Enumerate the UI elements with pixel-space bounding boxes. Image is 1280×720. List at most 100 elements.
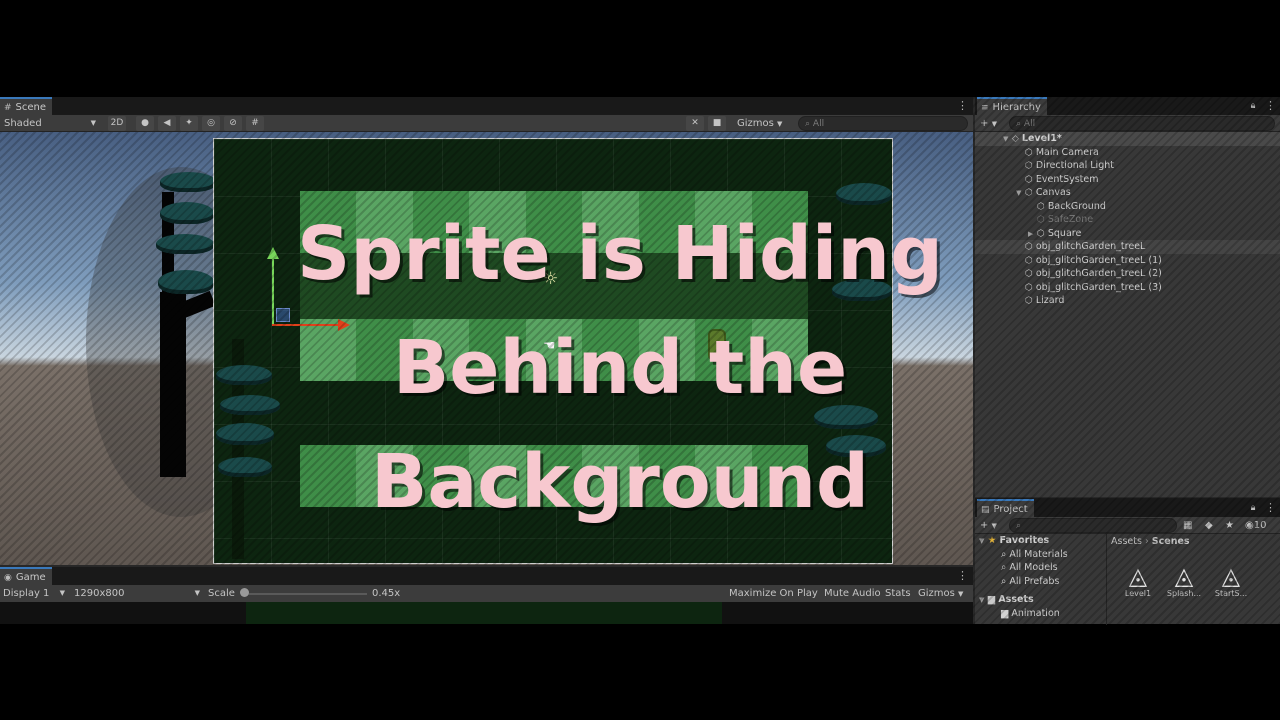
hierarchy-item[interactable]: ⬡ Main Camera [975, 146, 1280, 160]
scale-slider-track[interactable] [243, 593, 367, 595]
filter-type-icon[interactable]: ▦ [1183, 518, 1192, 533]
tools-icon[interactable]: ✕ [686, 116, 704, 131]
game-tabbar: ◉ Game ⋮ [0, 567, 973, 585]
toggle-2d-button[interactable]: 2D [108, 116, 126, 131]
unity-logo-icon: ◬ [1128, 562, 1148, 590]
scene-asset-start[interactable]: ◬ StartS... [1206, 563, 1256, 598]
game-viewport[interactable] [0, 602, 973, 624]
expand-arrow-icon[interactable]: ▼ [1003, 133, 1012, 147]
collapsed-arrow-icon[interactable]: ▶ [1028, 228, 1037, 242]
hierarchy-item[interactable]: ⬡ EventSystem [975, 173, 1280, 187]
lock-icon[interactable]: 🔒︎ [1249, 99, 1257, 113]
hierarchy-item[interactable]: ⬡ obj_glitchGarden_treeL (3) [975, 281, 1280, 295]
scene-asset-splash[interactable]: ◬ Splash... [1159, 563, 1209, 598]
effects-toggle-icon[interactable]: ✦ [180, 116, 198, 131]
resolution-dropdown[interactable]: 1290x800 ▼ [74, 586, 202, 601]
hierarchy-tab-label: Hierarchy [992, 102, 1041, 113]
game-tab-label: Game [15, 572, 46, 583]
project-search-input[interactable]: ⌕ [1009, 518, 1177, 533]
hidden-packages-toggle[interactable]: ◉10 [1245, 518, 1266, 533]
hierarchy-item[interactable]: ⬡ Directional Light [975, 159, 1280, 173]
resolution-label: 1290x800 [74, 588, 125, 599]
favorites-item[interactable]: ⌕ All Prefabs [975, 575, 1106, 589]
hierarchy-item-disabled[interactable]: ⬡ SafeZone [975, 213, 1280, 227]
expand-arrow-icon[interactable]: ▼ [979, 596, 984, 604]
hidden-count: 10 [1253, 520, 1267, 531]
assets-section[interactable]: ▼ ▆ Assets [975, 593, 1106, 607]
shading-mode-dropdown[interactable]: Shaded ▼ [0, 116, 100, 131]
hierarchy-menu-icon[interactable]: ⋮ [1265, 99, 1276, 113]
create-plus-button[interactable]: + ▼ [980, 116, 997, 131]
mute-audio-toggle[interactable]: Mute Audio [824, 586, 881, 601]
breadcrumb-scenes[interactable]: Scenes [1152, 536, 1190, 547]
search-icon: ⌕ [1016, 119, 1022, 129]
hierarchy-item-selected[interactable]: ⬡ obj_glitchGarden_treeL [975, 240, 1280, 254]
cube-icon: ⬡ [1037, 228, 1045, 239]
hierarchy-panel: ≡ Hierarchy 🔒︎ ⋮ + ▼ ⌕ All ▼ ◇ Level1* ⬡ Mai… [975, 97, 1280, 497]
hierarchy-item-label: obj_glitchGarden_treeL [1035, 241, 1146, 252]
scale-label: Scale [208, 588, 235, 599]
scale-slider-thumb[interactable] [240, 588, 249, 597]
shading-mode-label: Shaded [4, 118, 42, 129]
grid-toggle-icon[interactable]: # [246, 116, 264, 131]
hierarchy-item[interactable]: ⬡ obj_glitchGarden_treeL (1) [975, 254, 1280, 268]
lock-icon[interactable]: 🔒︎ [1249, 501, 1257, 515]
hierarchy-tabbar: ≡ Hierarchy 🔒︎ ⋮ [975, 97, 1280, 115]
tab-game[interactable]: ◉ Game [0, 567, 52, 585]
lighting-toggle-icon[interactable]: ● [136, 116, 154, 131]
project-tabbar: ▤ Project 🔒︎ ⋮ [975, 499, 1280, 517]
unity-logo-icon: ◬ [1221, 562, 1241, 590]
hierarchy-scene-row[interactable]: ▼ ◇ Level1* [975, 132, 1280, 146]
game-gizmos-label: Gizmos [918, 588, 955, 599]
unity-scene-icon: ◇ [1012, 134, 1019, 144]
cube-icon: ⬡ [1025, 161, 1033, 171]
favorite-star-icon[interactable]: ★ [1225, 518, 1234, 533]
hierarchy-item[interactable]: ⬡ BackGround [975, 200, 1280, 214]
gizmos-dropdown[interactable]: Gizmos ▼ [733, 116, 786, 131]
scene-asset-label: Splash... [1166, 589, 1202, 598]
favorites-item[interactable]: ⌕ All Materials [975, 548, 1106, 562]
tab-scene[interactable]: # Scene [0, 97, 53, 115]
hierarchy-item[interactable]: ▶ ⬡ Square [975, 227, 1280, 241]
scene-search-input[interactable]: ⌕ All [798, 116, 968, 131]
game-gizmos-dropdown[interactable]: Gizmos ▼ [918, 586, 963, 601]
scene-menu-icon[interactable]: ⋮ [957, 99, 968, 113]
maximize-on-play-toggle[interactable]: Maximize On Play [729, 586, 818, 601]
asset-folder-item[interactable]: ▆ Animation [975, 607, 1106, 621]
hierarchy-search-input[interactable]: ⌕ All [1009, 116, 1275, 131]
unity-logo-icon: ◬ [1174, 562, 1194, 590]
tab-hierarchy[interactable]: ≡ Hierarchy [977, 97, 1047, 115]
hierarchy-item-label: Lizard [1035, 295, 1065, 306]
breadcrumb-assets[interactable]: Assets [1111, 536, 1142, 547]
favorites-item[interactable]: ⌕ All Models [975, 561, 1106, 575]
hierarchy-item-label: EventSystem [1035, 173, 1099, 185]
cube-icon: ⬡ [1025, 255, 1033, 266]
hierarchy-item-label: Main Camera [1035, 146, 1099, 158]
hierarchy-toolbar: + ▼ ⌕ All [975, 115, 1280, 132]
cube-icon: ⬡ [1025, 188, 1033, 198]
scene-asset-level1[interactable]: ◬ Level1 [1113, 563, 1163, 598]
project-menu-icon[interactable]: ⋮ [1265, 501, 1276, 515]
camera-icon[interactable]: ■ [708, 116, 726, 131]
hierarchy-item[interactable]: ⬡ Lizard [975, 294, 1280, 308]
stats-toggle[interactable]: Stats [885, 586, 911, 601]
filter-label-icon[interactable]: ◆ [1205, 518, 1213, 533]
video-title-overlay: Sprite is Hiding Behind the Background [240, 197, 1000, 539]
folder-icon: ▆ [1001, 607, 1009, 619]
hierarchy-item[interactable]: ▼ ⬡ Canvas [975, 186, 1280, 200]
chevron-right-icon: › [1144, 536, 1152, 547]
visibility-toggle-icon[interactable]: ⊘ [224, 116, 242, 131]
gamepad-icon: ◉ [4, 573, 12, 583]
hierarchy-item[interactable]: ⬡ obj_glitchGarden_treeL (2) [975, 267, 1280, 281]
hierarchy-item-label: SafeZone [1047, 214, 1094, 225]
expand-arrow-icon[interactable]: ▼ [1016, 187, 1025, 201]
audio-toggle-icon[interactable]: ◀ [158, 116, 176, 131]
game-menu-icon[interactable]: ⋮ [957, 569, 968, 583]
display-dropdown[interactable]: Display 1 ▼ [3, 586, 67, 601]
chevron-down-icon: ▼ [958, 590, 964, 598]
hidden-objects-toggle-icon[interactable]: ◎ [202, 116, 220, 131]
display-label: Display 1 [3, 588, 50, 599]
scene-tab-label: Scene [15, 102, 47, 113]
cube-icon: ⬡ [1037, 201, 1045, 212]
asset-folder-label: Animation [1011, 607, 1060, 619]
